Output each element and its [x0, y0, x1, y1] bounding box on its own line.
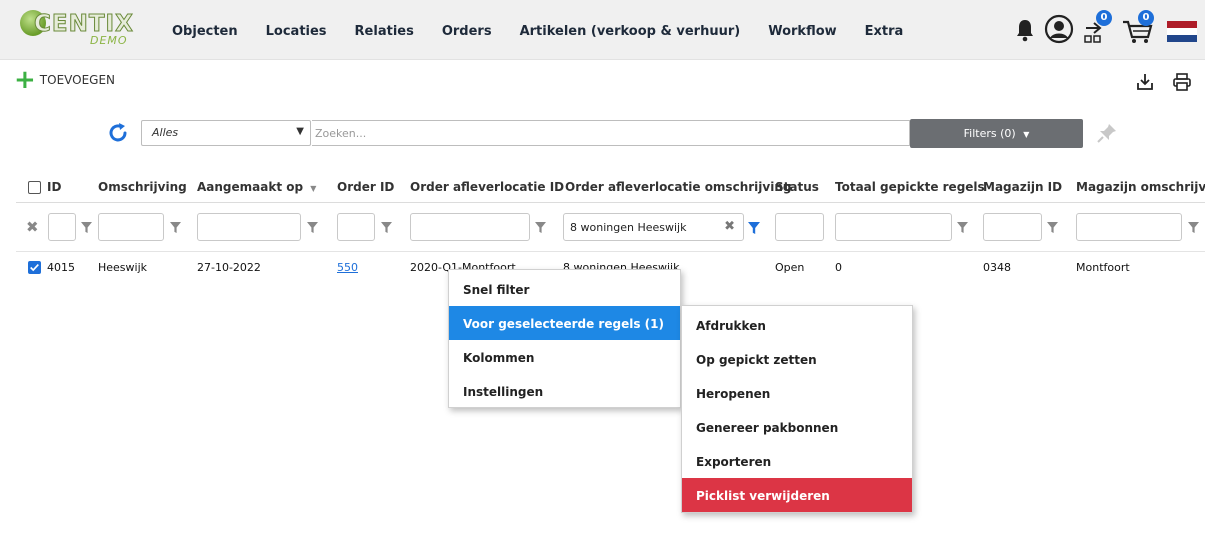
cart-badge: 0 [1138, 10, 1154, 26]
flag-nl-icon[interactable] [1167, 21, 1197, 42]
submenu-item-genereer-pakbonnen[interactable]: Genereer pakbonnen [682, 410, 912, 444]
centix-logo[interactable]: CENTIX DEMO [20, 7, 140, 51]
cell-totaal: 0 [835, 261, 842, 274]
scan-icon[interactable]: 0 [1080, 10, 1114, 46]
filter-funnel-icon[interactable] [307, 222, 318, 233]
cell-aangemaakt: 27-10-2022 [197, 261, 261, 274]
row-checkbox[interactable] [28, 261, 41, 274]
select-all-checkbox[interactable] [28, 181, 41, 194]
column-header-magazijn-id[interactable]: Magazijn ID [983, 180, 1062, 194]
filter-input-totaal[interactable] [835, 213, 952, 241]
filter-value: 8 woningen Heeswijk [570, 221, 687, 234]
cell-status: Open [775, 261, 805, 274]
submenu-item-picklist-verwijderen[interactable]: Picklist verwijderen [682, 478, 912, 512]
filter-funnel-icon[interactable] [170, 222, 181, 233]
filter-input-id[interactable] [48, 213, 76, 241]
main-nav: Objecten Locaties Relaties Orders Artike… [172, 24, 931, 39]
filter-input-magazijn-id[interactable] [983, 213, 1042, 241]
menu-item-geselecteerde-regels[interactable]: Voor geselecteerde regels (1) [449, 306, 680, 340]
toolbar: + TOEVOEGEN [0, 62, 1205, 96]
pin-icon[interactable] [1096, 122, 1118, 144]
search-input[interactable]: Zoeken... [312, 120, 910, 146]
nav-item-workflow[interactable]: Workflow [768, 24, 836, 39]
column-header-status[interactable]: Status [775, 180, 819, 194]
filters-button-label: Filters (0) [963, 127, 1016, 140]
filter-input-aangemaakt[interactable] [197, 213, 301, 241]
print-icon[interactable] [1172, 72, 1192, 92]
cell-omschrijving: Heeswijk [98, 261, 148, 274]
filter-row-divider [16, 251, 1205, 252]
bell-icon[interactable] [1015, 18, 1035, 42]
submenu-item-afdrukken[interactable]: Afdrukken [682, 308, 912, 342]
submenu-item-heropenen[interactable]: Heropenen [682, 376, 912, 410]
cart-icon[interactable]: 0 [1120, 10, 1156, 46]
add-button[interactable]: + TOEVOEGEN [14, 65, 116, 95]
cell-id: 4015 [47, 261, 75, 274]
column-header-magazijn-omschrijving[interactable]: Magazijn omschrijvi... [1076, 180, 1205, 194]
filter-input-order-id[interactable] [337, 213, 375, 241]
logo-subtext: DEMO [90, 34, 128, 47]
column-header-id[interactable]: ID [47, 180, 61, 194]
add-button-label: TOEVOEGEN [39, 73, 116, 87]
scope-select-value: Alles [152, 126, 179, 139]
scope-select[interactable]: Alles ▼ [141, 120, 311, 146]
column-header-aangemaakt[interactable]: Aangemaakt op ▼ [197, 180, 316, 194]
table-header: ID Omschrijving Aangemaakt op ▼ Order ID… [0, 172, 1205, 202]
filter-funnel-icon[interactable] [535, 222, 546, 233]
filter-funnel-icon[interactable] [81, 222, 92, 233]
nav-item-artikelen[interactable]: Artikelen (verkoop & verhuur) [520, 24, 741, 39]
nav-item-extra[interactable]: Extra [865, 24, 904, 39]
filter-input-status[interactable] [775, 213, 824, 241]
filter-funnel-icon[interactable] [957, 222, 968, 233]
plus-icon: + [14, 65, 36, 95]
column-header-afleverlocatie-id[interactable]: Order afleverlocatie ID [410, 180, 564, 194]
filter-funnel-icon[interactable] [1047, 222, 1058, 233]
chevron-down-icon: ▼ [296, 126, 304, 137]
menu-item-kolommen[interactable]: Kolommen [449, 340, 680, 374]
column-header-order-id[interactable]: Order ID [337, 180, 394, 194]
cell-magazijn-omschrijving: Montfoort [1076, 261, 1130, 274]
top-navbar: CENTIX DEMO Objecten Locaties Relaties O… [0, 0, 1205, 60]
menu-item-instellingen[interactable]: Instellingen [449, 374, 680, 408]
refresh-icon[interactable] [106, 121, 130, 145]
filter-input-omschrijving[interactable] [98, 213, 164, 241]
column-header-omschrijving[interactable]: Omschrijving [98, 180, 187, 194]
submenu-item-op-gepickt-zetten[interactable]: Op gepickt zetten [682, 342, 912, 376]
nav-item-orders[interactable]: Orders [442, 24, 492, 39]
context-menu: Snel filter Voor geselecteerde regels (1… [448, 269, 681, 408]
filter-funnel-active-icon[interactable] [748, 222, 760, 234]
header-divider [16, 202, 1205, 203]
download-icon[interactable] [1135, 72, 1155, 92]
checkmark-icon [30, 263, 39, 272]
column-header-afleverlocatie-omschrijving[interactable]: Order afleverlocatie omschrijving [565, 180, 791, 194]
filters-button[interactable]: Filters (0) ▼ [910, 119, 1083, 148]
clear-filters-icon[interactable]: ✖ [26, 218, 39, 236]
scan-badge: 0 [1096, 10, 1112, 26]
filter-input-afleverlocatie-omschrijving[interactable]: 8 woningen Heeswijk ✖ [563, 213, 744, 241]
clear-filter-icon[interactable]: ✖ [724, 219, 735, 234]
selected-rows-submenu: Afdrukken Op gepickt zetten Heropenen Ge… [681, 305, 913, 513]
column-header-totaal[interactable]: Totaal gepickte regels [835, 180, 985, 194]
nav-item-relaties[interactable]: Relaties [355, 24, 414, 39]
column-header-aangemaakt-label: Aangemaakt op [197, 180, 304, 194]
cell-magazijn-id: 0348 [983, 261, 1011, 274]
sort-desc-icon: ▼ [310, 184, 317, 193]
filter-funnel-icon[interactable] [1188, 222, 1199, 233]
menu-item-snel-filter[interactable]: Snel filter [449, 272, 680, 306]
order-id-link[interactable]: 550 [337, 261, 358, 274]
nav-item-locaties[interactable]: Locaties [266, 24, 327, 39]
submenu-item-exporteren[interactable]: Exporteren [682, 444, 912, 478]
user-icon[interactable] [1044, 14, 1074, 44]
filter-funnel-icon[interactable] [381, 222, 392, 233]
caret-down-icon: ▼ [1023, 130, 1030, 139]
nav-item-objecten[interactable]: Objecten [172, 24, 238, 39]
column-filter-row: ✖ 8 woningen Heeswijk ✖ [0, 213, 1205, 243]
filter-input-afleverlocatie-id[interactable] [410, 213, 530, 241]
filter-input-magazijn-omschrijving[interactable] [1076, 213, 1182, 241]
